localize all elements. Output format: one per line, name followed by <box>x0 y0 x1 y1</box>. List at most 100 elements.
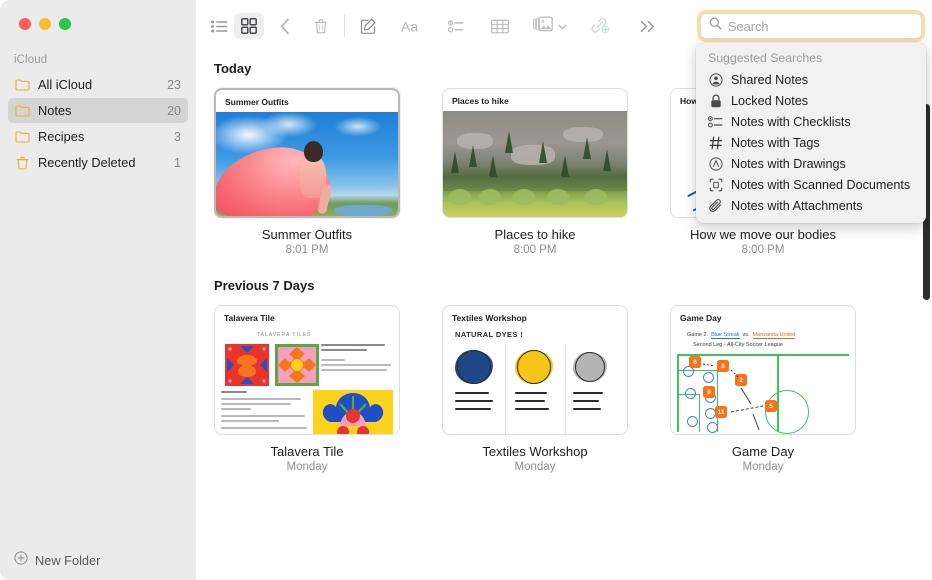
talavera-bottom-artwork <box>313 390 393 434</box>
close-button[interactable] <box>19 18 31 30</box>
handwriting-line <box>573 408 601 410</box>
new-folder-button[interactable]: New Folder <box>14 551 100 570</box>
compose-note-icon[interactable] <box>353 13 383 39</box>
suggestion-shared-notes[interactable]: Shared Notes <box>696 69 926 90</box>
checklist-icon <box>708 114 723 129</box>
person-circle-icon <box>708 72 723 87</box>
sidebar-item-recently-deleted[interactable]: Recently Deleted 1 <box>8 150 188 175</box>
search-input[interactable]: Search <box>728 19 769 34</box>
new-folder-label: New Folder <box>35 553 100 568</box>
note-card-textiles-workshop[interactable]: Textiles Workshop NATURAL DYES ! <box>442 305 628 473</box>
note-thumbnail: Summer Outfits <box>214 88 400 218</box>
column-divider <box>505 344 506 434</box>
handwriting-line <box>515 408 549 410</box>
sidebar-item-all-icloud[interactable]: All iCloud 23 <box>8 72 188 97</box>
sidebar-item-label: Notes <box>38 103 167 118</box>
tile-artwork-orange <box>275 344 319 386</box>
sidebar-list: All iCloud 23 Notes 20 Recipes 3 <box>0 72 196 176</box>
suggestion-label: Notes with Checklists <box>731 115 851 129</box>
gallery-view-icon[interactable] <box>234 13 264 39</box>
note-title: How we move our bodies <box>670 227 856 242</box>
handwriting-line <box>515 392 547 394</box>
scan-document-icon <box>708 177 723 192</box>
game-day-subtitle: Second Leg - All-City Soccer League <box>693 342 783 348</box>
back-chevron-icon[interactable] <box>270 13 300 39</box>
photo-tree <box>539 141 547 163</box>
suggestion-label: Locked Notes <box>731 94 808 108</box>
note-title: Talavera Tile <box>214 444 400 459</box>
minimize-button[interactable] <box>39 18 51 30</box>
note-date: 8:00 PM <box>442 244 628 256</box>
photo-rock <box>511 145 555 165</box>
play-arrows <box>677 354 849 432</box>
note-card-places-to-hike[interactable]: Places to hike <box>442 88 628 256</box>
handwriting-line <box>573 400 599 402</box>
group-title-previous-7-days: Previous 7 Days <box>214 278 932 293</box>
talavera-text-block <box>321 344 393 374</box>
suggestion-notes-with-checklists[interactable]: Notes with Checklists <box>696 111 926 132</box>
sidebar-footer: New Folder <box>0 540 196 580</box>
search-area: Search Suggested Searches Shared Notes <box>700 13 922 39</box>
sidebar-item-count: 23 <box>167 78 181 92</box>
soccer-pitch-diagram: 6 8 2 9 11 5 <box>677 354 855 434</box>
svg-text:Aa: Aa <box>401 19 418 34</box>
suggestion-label: Notes with Attachments <box>731 199 863 213</box>
note-date: Monday <box>442 461 628 473</box>
note-card-summer-outfits[interactable]: Summer Outfits Summer Outfits 8:01 PM <box>214 88 400 256</box>
note-date: 8:01 PM <box>214 244 400 256</box>
photo-tree <box>451 151 459 173</box>
format-text-icon[interactable]: Aa <box>397 13 427 39</box>
notes-window: iCloud All iCloud 23 Notes 20 <box>0 0 932 580</box>
note-card-game-day[interactable]: Game Day Game 2. Blue Streak vs. Manzani… <box>670 305 856 473</box>
table-icon[interactable] <box>485 13 515 39</box>
more-chevrons-icon[interactable] <box>633 13 663 39</box>
note-thumbnail: Textiles Workshop NATURAL DYES ! <box>442 305 628 435</box>
note-date: 8:00 PM <box>670 244 856 256</box>
dye-circle-outline <box>457 350 491 384</box>
suggestion-notes-with-attachments[interactable]: Notes with Attachments <box>696 195 926 216</box>
column-divider <box>565 344 566 434</box>
note-card-talavera-tile[interactable]: Talavera Tile TALAVERA TILES <box>214 305 400 473</box>
checklist-icon[interactable] <box>441 13 471 39</box>
trash-icon[interactable] <box>306 13 336 39</box>
suggestion-locked-notes[interactable]: Locked Notes <box>696 90 926 111</box>
drawing-icon <box>708 156 723 171</box>
folder-icon <box>14 77 31 92</box>
plus-circle-icon <box>14 551 28 570</box>
suggestion-label: Notes with Drawings <box>731 157 846 171</box>
suggestion-notes-with-tags[interactable]: Notes with Tags <box>696 132 926 153</box>
list-view-icon[interactable] <box>204 13 234 39</box>
photo-shrub <box>585 189 607 205</box>
photo-shrub <box>513 189 535 205</box>
dye-circle-outline <box>575 352 605 382</box>
sidebar-item-recipes[interactable]: Recipes 3 <box>8 124 188 149</box>
notes-grid-previous-7-days: Talavera Tile TALAVERA TILES <box>214 305 932 473</box>
photo-figure-head <box>304 141 323 162</box>
zoom-button[interactable] <box>59 18 71 30</box>
chevron-down-icon <box>558 17 567 35</box>
sidebar-item-label: All iCloud <box>38 77 167 92</box>
thumbnail-title: Talavera Tile <box>224 313 275 323</box>
photo-water <box>334 205 392 216</box>
sidebar-item-notes[interactable]: Notes 20 <box>8 98 188 123</box>
sidebar-item-count: 20 <box>167 104 181 118</box>
handwriting-line <box>573 392 603 394</box>
media-button[interactable] <box>533 16 567 37</box>
suggestion-notes-with-drawings[interactable]: Notes with Drawings <box>696 153 926 174</box>
team-home: Blue Streak <box>711 332 739 339</box>
photo-tree <box>469 145 477 167</box>
search-field[interactable]: Search <box>700 13 922 39</box>
link-icon[interactable] <box>585 13 615 39</box>
folder-icon <box>14 103 31 118</box>
photo-shrub <box>449 189 471 205</box>
note-title: Game Day <box>670 444 856 459</box>
thumbnail-title: Summer Outfits <box>225 97 289 107</box>
handwriting-line <box>455 408 491 410</box>
suggestion-label: Notes with Tags <box>731 136 820 150</box>
note-thumbnail: Places to hike <box>442 88 628 218</box>
sidebar-item-count: 3 <box>174 130 181 144</box>
game-day-matchup-line: Game 2. Blue Streak vs. Manzanita United <box>687 332 795 339</box>
suggested-searches-panel: Suggested Searches Shared Notes <box>696 43 926 223</box>
talavera-project-list <box>221 391 311 432</box>
suggestion-notes-with-scanned-documents[interactable]: Notes with Scanned Documents <box>696 174 926 195</box>
